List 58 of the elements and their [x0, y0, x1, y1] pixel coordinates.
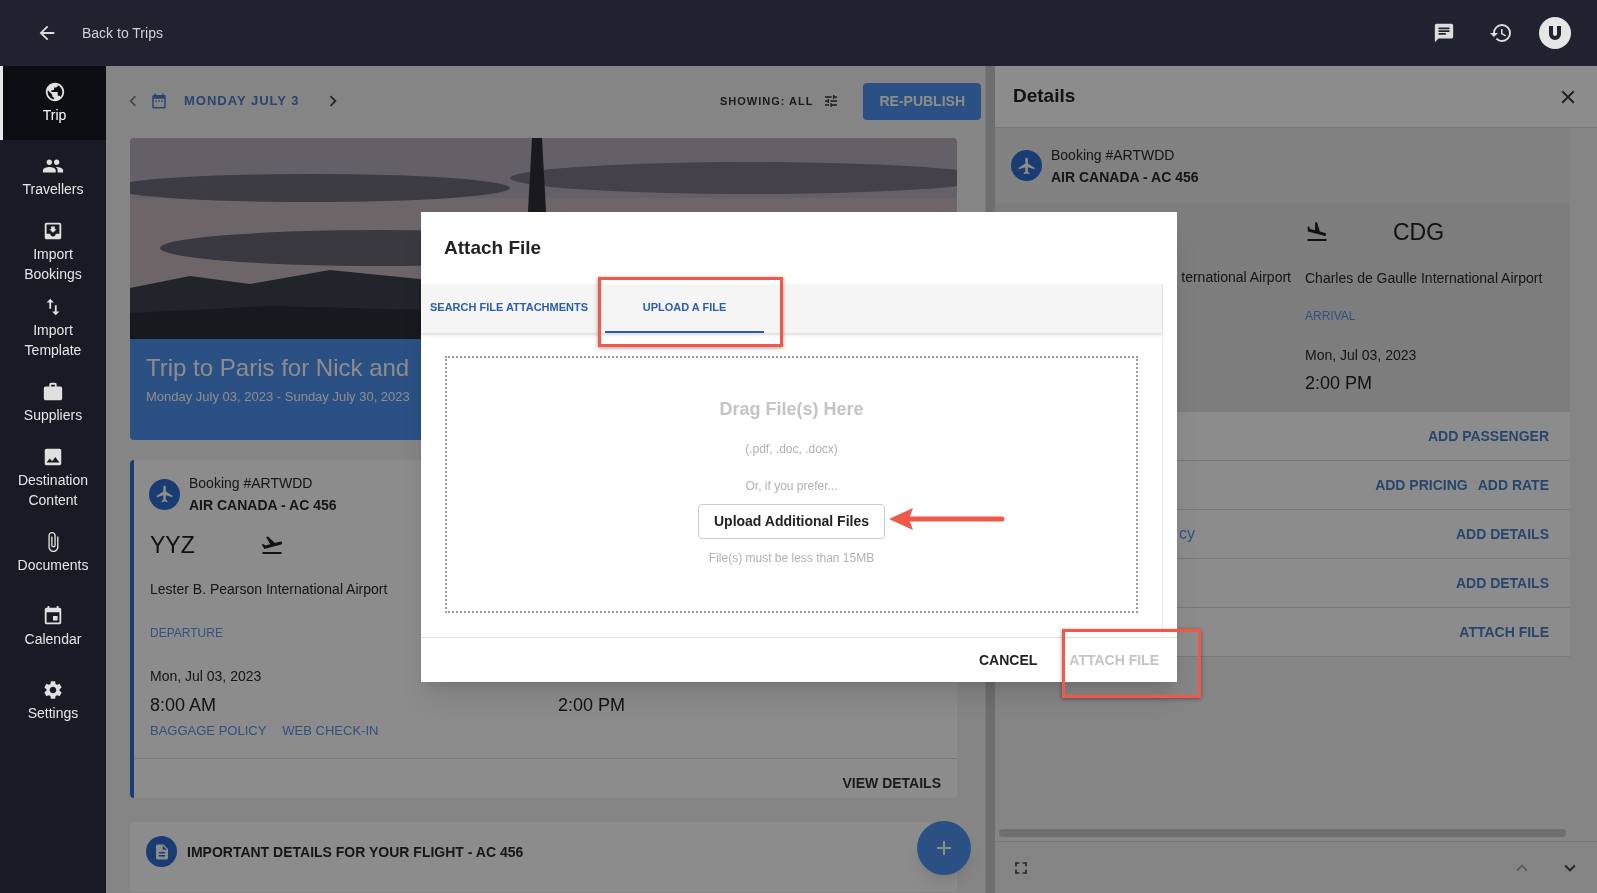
globe-icon [43, 81, 66, 103]
carrier-flight: AIR CANADA - AC 456 [1051, 167, 1199, 187]
sidebar-item[interactable]: Import Template [0, 290, 106, 366]
sidebar-item[interactable]: Documents [0, 516, 106, 590]
airplane-icon [149, 478, 180, 510]
image-icon [42, 446, 64, 468]
booking-number: Booking #ARTWDD [189, 474, 314, 493]
document-icon [146, 836, 177, 867]
airport-name: ternational Airport [1181, 268, 1291, 287]
dialog-tab[interactable]: UPLOAD A FILE [605, 284, 764, 333]
airport-name: Lester B. Pearson International Airport [150, 579, 388, 599]
airport-name: Charles de Gaulle International Airport [1305, 268, 1544, 288]
dialog-title: Attach File [444, 235, 542, 260]
calendar-icon [42, 605, 64, 627]
departure-time: 8:00 AM [150, 693, 218, 717]
arrival-date: Mon, Jul 03, 2023 [1305, 345, 1418, 365]
drop-heading: Drag File(s) Here [719, 398, 864, 421]
booking-number: Booking #ARTWDD [1051, 145, 1176, 165]
sidebar-item[interactable]: Suppliers [0, 366, 106, 440]
arrival-time: 2:00 PM [558, 693, 626, 717]
chat-icon[interactable] [1433, 22, 1455, 44]
airport-code: CDG [1393, 218, 1445, 247]
avatar-icon[interactable] [1539, 17, 1571, 49]
current-date: MONDAY JULY 3 [184, 92, 300, 111]
drop-zone[interactable]: Drag File(s) Here (.pdf, .doc, .docx) Or, if you prefer... Upload Additional Files File(s) must be less than 15MB [445, 356, 1138, 613]
sidebar-item[interactable]: Destination Content [0, 440, 106, 516]
airport-code: YYZ [150, 531, 196, 560]
size-limit: File(s) must be less than 15MB [708, 550, 875, 567]
alternative-hint: Or, if you prefer... [745, 478, 838, 495]
notes-title: IMPORTANT DETAILS FOR YOUR FLIGHT - AC 456 [187, 843, 524, 862]
dialog-action-button[interactable]: CANCEL [978, 649, 1038, 671]
back-link[interactable]: Back to Trips [82, 22, 163, 44]
carrier-flight: AIR CANADA - AC 456 [189, 496, 337, 515]
sidebar-item[interactable]: Settings [0, 664, 106, 738]
departure-date: Mon, Jul 03, 2023 [150, 667, 262, 684]
sidebar-item[interactable]: Travellers [0, 140, 106, 214]
sidebar-item[interactable]: Import Bookings [0, 214, 106, 290]
briefcase-icon [42, 381, 64, 403]
calendar-icon[interactable] [150, 92, 168, 110]
inbox-icon [42, 220, 64, 242]
departure-label: DEPARTURE [150, 625, 223, 640]
filter-label: SHOWING: ALL [719, 93, 814, 109]
panel-title: Details [1013, 84, 1076, 109]
sidebar-item[interactable]: Calendar [0, 590, 106, 664]
filter-icon[interactable] [823, 93, 840, 109]
arrival-label: ARRIVAL [1305, 307, 1357, 325]
row-label: cy [1179, 524, 1195, 544]
view-details-button[interactable]: VIEW DETAILS [842, 773, 941, 794]
upload-files-button[interactable]: Upload Additional Files [697, 504, 885, 539]
trip-title: Trip to Paris for Nick and [146, 353, 411, 383]
airplane-icon [1011, 150, 1042, 181]
trip-dates: Monday July 03, 2023 - Sunday July 30, 2023 [146, 388, 411, 406]
history-icon[interactable] [1489, 21, 1513, 45]
settings-icon [42, 679, 64, 701]
sidebar-item[interactable]: Trip [0, 66, 106, 140]
dialog-tab[interactable]: SEARCH FILE ATTACHMENTS [421, 284, 593, 333]
file-formats: (.pdf, .doc, .docx) [745, 441, 838, 458]
arrival-time: 2:00 PM [1305, 371, 1374, 395]
